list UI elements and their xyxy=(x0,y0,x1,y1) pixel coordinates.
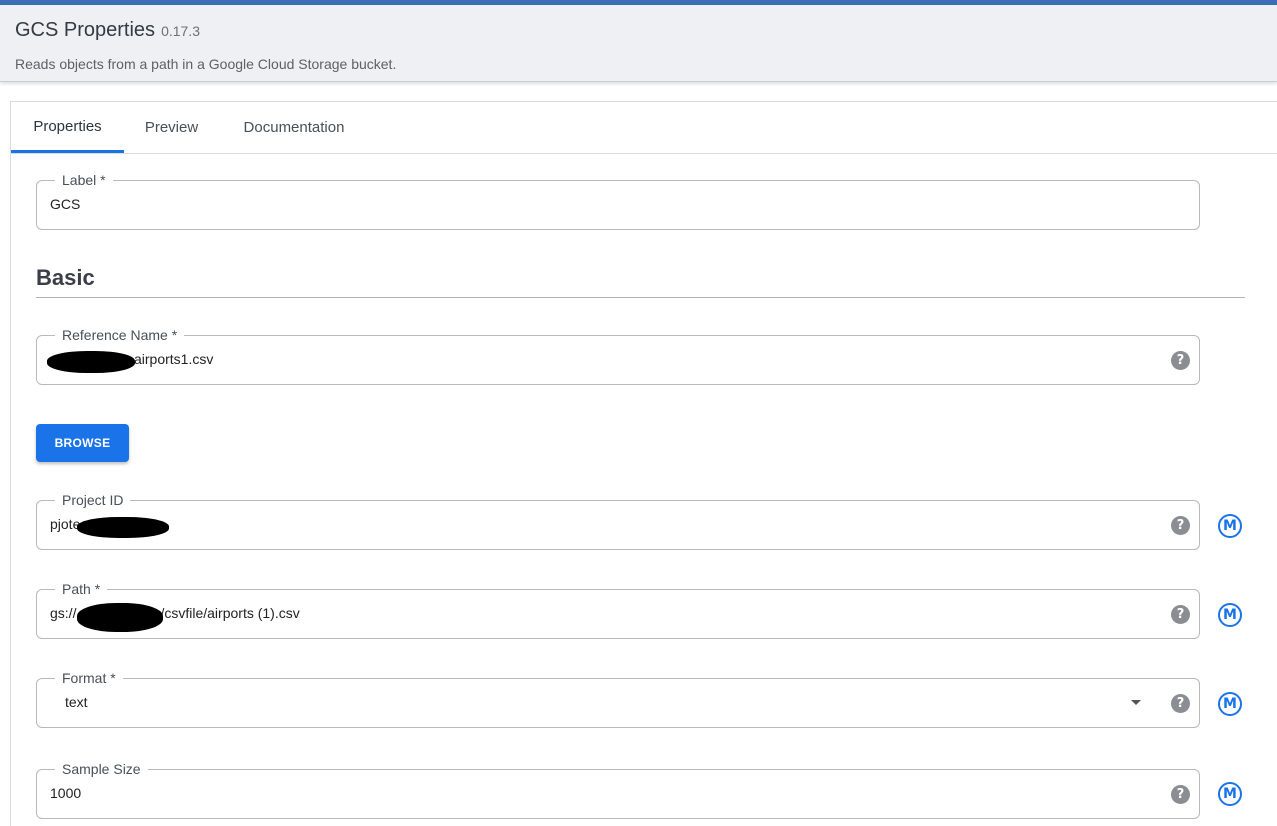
format-select[interactable]: text xyxy=(65,694,88,710)
format-legend: Format * xyxy=(55,668,123,688)
macro-icon[interactable]: M xyxy=(1218,514,1242,538)
path-legend: Path * xyxy=(55,579,108,599)
help-icon[interactable]: ? xyxy=(1171,516,1190,535)
properties-header: GCS Properties 0.17.3 Reads objects from … xyxy=(0,5,1277,82)
help-icon[interactable]: ? xyxy=(1171,694,1190,713)
reference-name-legend-text: Reference Name xyxy=(62,327,168,343)
project-id-field[interactable]: Project ID pjote ? xyxy=(36,490,1200,550)
plugin-name: GCS Properties xyxy=(15,19,156,41)
redaction-mark xyxy=(77,603,163,632)
browse-button[interactable]: BROWSE xyxy=(36,424,129,462)
label-input[interactable]: GCS xyxy=(50,196,80,212)
required-mark: * xyxy=(100,172,106,188)
path-field[interactable]: Path * gs:// /csvfile/airports (1).csv ? xyxy=(36,579,1200,639)
tab-preview[interactable]: Preview xyxy=(124,102,219,153)
sample-size-field[interactable]: Sample Size 1000 ? xyxy=(36,759,1200,819)
macro-icon[interactable]: M xyxy=(1218,603,1242,627)
tab-properties[interactable]: Properties xyxy=(11,102,124,153)
sample-size-legend: Sample Size xyxy=(55,759,148,779)
help-icon[interactable]: ? xyxy=(1171,351,1190,370)
section-title-basic: Basic xyxy=(36,265,95,290)
plugin-description: Reads objects from a path in a Google Cl… xyxy=(15,56,397,72)
page-title: GCS Properties 0.17.3 xyxy=(15,19,200,42)
sample-size-input[interactable]: 1000 xyxy=(50,785,81,801)
macro-icon[interactable]: M xyxy=(1218,782,1242,806)
path-prefix: gs:// xyxy=(50,605,77,621)
reference-name-input[interactable]: airports1.csv xyxy=(134,351,213,367)
reference-name-legend: Reference Name * xyxy=(55,325,185,345)
label-field[interactable]: Label * GCS xyxy=(36,170,1200,230)
macro-icon[interactable]: M xyxy=(1218,692,1242,716)
properties-panel: Properties Preview Documentation Label *… xyxy=(10,101,1277,826)
help-icon[interactable]: ? xyxy=(1171,605,1190,624)
required-mark: * xyxy=(110,670,116,686)
reference-name-field[interactable]: Reference Name * airports1.csv ? xyxy=(36,325,1200,385)
format-legend-text: Format xyxy=(62,670,107,686)
required-mark: * xyxy=(171,327,178,343)
tab-documentation[interactable]: Documentation xyxy=(219,102,369,153)
path-suffix: /csvfile/airports (1).csv xyxy=(160,605,300,621)
redaction-mark xyxy=(77,517,169,538)
label-field-legend: Label * xyxy=(55,170,113,190)
path-legend-text: Path xyxy=(62,581,91,597)
chevron-down-icon[interactable] xyxy=(1131,700,1141,705)
required-mark: * xyxy=(94,581,101,597)
project-id-input[interactable]: pjote xyxy=(50,516,80,532)
plugin-version: 0.17.3 xyxy=(161,23,200,39)
tab-bar: Properties Preview Documentation xyxy=(11,102,1277,154)
project-id-legend: Project ID xyxy=(55,490,131,510)
section-divider xyxy=(36,297,1245,298)
redaction-mark xyxy=(47,351,135,373)
format-field[interactable]: Format * text ? xyxy=(36,668,1200,728)
label-field-legend-text: Label xyxy=(62,172,97,188)
help-icon[interactable]: ? xyxy=(1171,785,1190,804)
